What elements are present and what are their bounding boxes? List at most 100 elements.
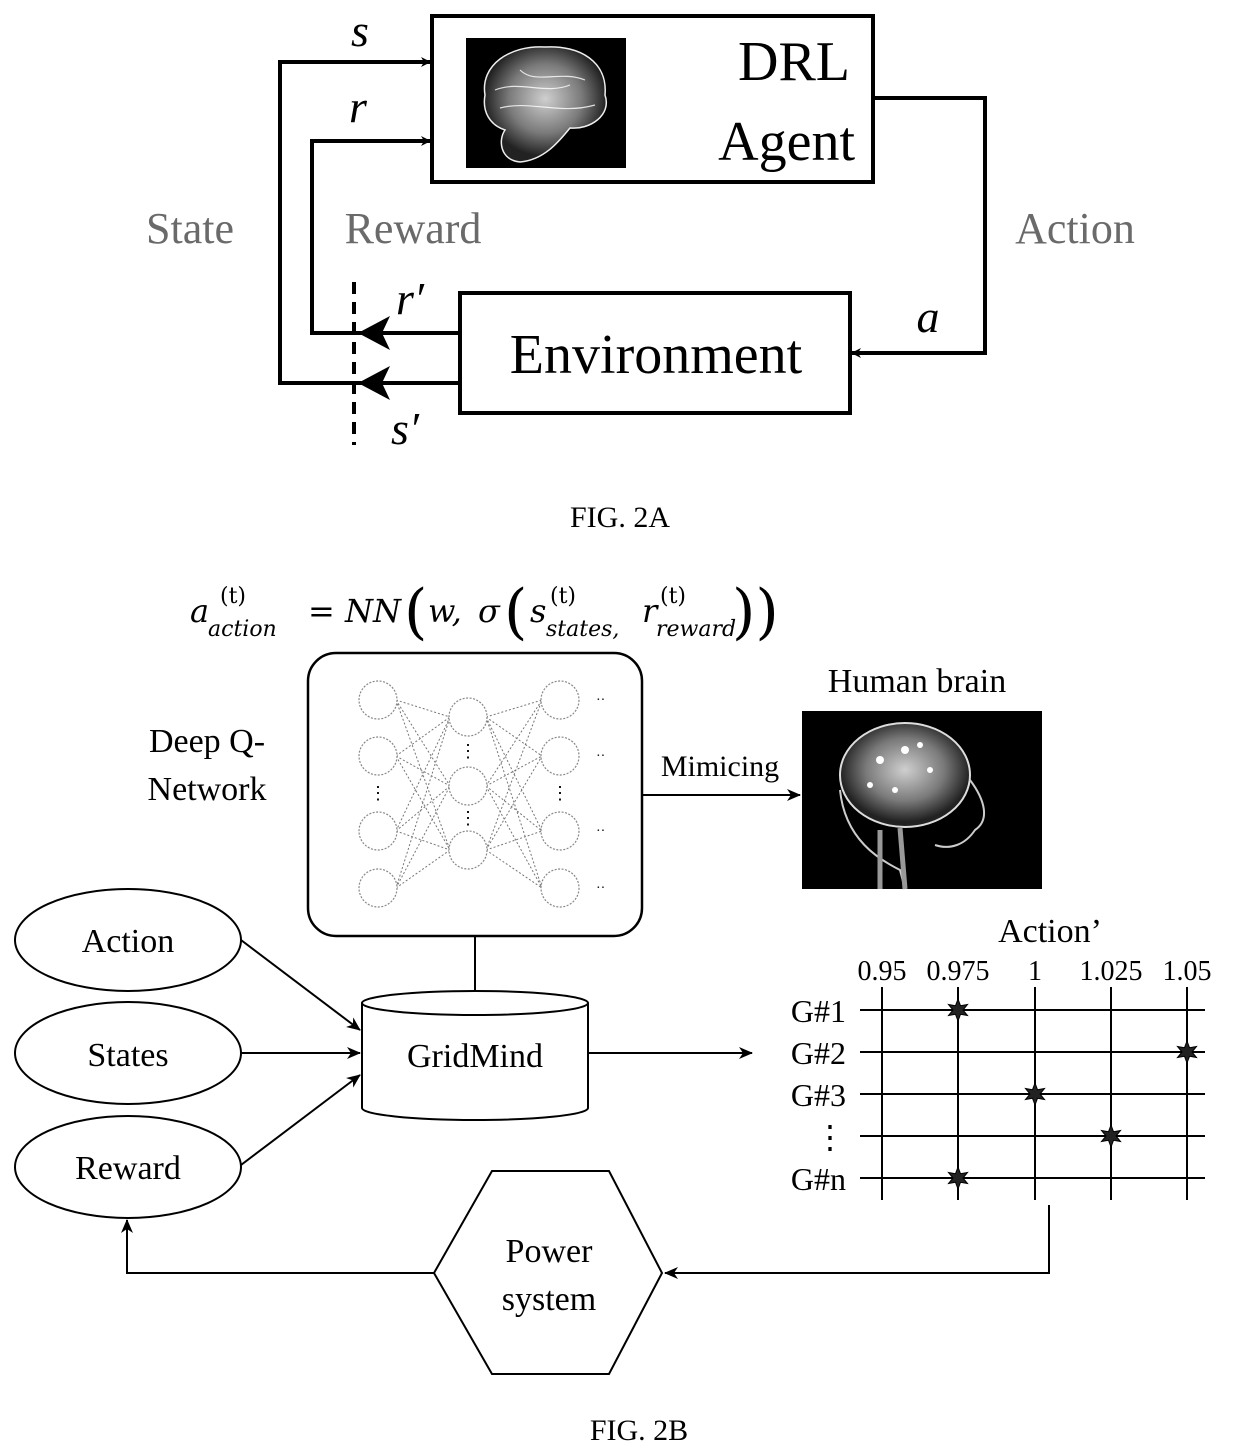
- nn-node: [358, 680, 398, 720]
- reward-flow-label: Reward: [345, 204, 482, 253]
- grid-column-label: 0.975: [927, 956, 990, 987]
- figure-canvas: DRL Agent Environment State Reward Actio…: [14, 5, 1212, 1447]
- formula-s: s: [530, 592, 546, 630]
- nn-node: [448, 830, 488, 870]
- power-system-node: Power system: [432, 1170, 664, 1375]
- grid-column-label: 1.025: [1080, 956, 1143, 987]
- nn-edge: [395, 849, 451, 889]
- grid-row-label: G#1: [791, 993, 846, 1029]
- formula-paren-open-2: (: [504, 577, 527, 647]
- nn-edge: [485, 699, 543, 851]
- s-symbol: s: [351, 5, 369, 56]
- input-reward-label: Reward: [75, 1150, 181, 1187]
- nn-edge: [395, 785, 451, 832]
- nn-edge: [485, 716, 543, 757]
- grid-row-label: G#2: [791, 1035, 846, 1071]
- grid-to-power-system-arrow: [664, 1205, 1050, 1279]
- formula-s-sub: states,: [546, 617, 619, 642]
- nn-output-ellipsis: ··: [596, 824, 605, 839]
- nn-output-ellipsis: ··: [596, 881, 605, 896]
- grid-row-label: G#n: [791, 1161, 846, 1197]
- formula-s-sup: (t): [550, 584, 576, 609]
- power-system-label-line1: Power: [506, 1233, 594, 1270]
- nn-node: [358, 736, 398, 776]
- formula-a-sub: action: [208, 617, 277, 642]
- nn-edge: [485, 785, 543, 832]
- action-flow-label: Action: [1015, 204, 1135, 253]
- nn-edge: [395, 830, 451, 851]
- nn-edge: [395, 699, 451, 718]
- agent-title-line2: Agent: [718, 111, 855, 173]
- formula-paren-close: )): [732, 577, 779, 647]
- fig-2a-caption: FIG. 2A: [570, 501, 670, 534]
- a-symbol: a: [917, 291, 940, 342]
- action-grid: Action’ 0.95 0.975 1 1.025 1.05 G#1 G#2 G#3 ⋮ G#n: [791, 913, 1212, 1200]
- fig-2b: a (t) action = NN ( w, σ ( s (t) states,…: [14, 577, 1212, 1447]
- agent-title-line1: DRL: [738, 31, 850, 93]
- nn-edge: [485, 755, 543, 851]
- formula-r-sub: reward: [656, 617, 736, 642]
- brain-image: [466, 38, 626, 168]
- formula-eq-nn: = NN: [308, 592, 402, 630]
- grid-column-label: 0.95: [858, 956, 907, 987]
- nn-edge: [485, 716, 543, 889]
- power-system-label-line2: system: [502, 1281, 596, 1318]
- s-prime-symbol: s′: [391, 403, 420, 454]
- state-flow-label: State: [146, 204, 234, 253]
- gridmind-database: GridMind: [361, 990, 589, 1121]
- nn-node: [540, 680, 580, 720]
- human-brain-image: [802, 711, 1042, 890]
- gridmind-label: GridMind: [407, 1038, 543, 1075]
- nn-edge: [485, 830, 543, 851]
- nn-edge: [485, 699, 543, 718]
- grid-row-label: G#3: [791, 1077, 846, 1113]
- r-symbol: r: [349, 81, 368, 132]
- fig-2a: DRL Agent Environment State Reward Actio…: [146, 5, 1135, 534]
- nn-node: [448, 697, 488, 737]
- formula-sigma: σ: [478, 592, 501, 630]
- environment-box: Environment: [458, 291, 852, 415]
- nn-node: [540, 868, 580, 908]
- power-system-to-reward-arrow: [121, 1219, 434, 1274]
- human-brain-label: Human brain: [828, 663, 1006, 700]
- input-action-label: Action: [82, 923, 175, 960]
- formula-a: a: [190, 592, 209, 630]
- nn-ellipsis: ⋮: [551, 783, 569, 803]
- nn-node: [540, 736, 580, 776]
- nn-output-ellipsis: ··: [596, 693, 605, 708]
- environment-label: Environment: [510, 324, 803, 386]
- dqn-formula: a (t) action = NN ( w, σ ( s (t) states,…: [190, 577, 779, 647]
- formula-r-sup: (t): [660, 584, 686, 609]
- action-to-gridmind-arrow: [240, 939, 361, 1031]
- grid-column-label: 1: [1028, 956, 1042, 987]
- dqn-label-line2: Network: [148, 771, 267, 808]
- input-states-label: States: [87, 1037, 168, 1074]
- grid-row-label: ⋮: [814, 1119, 846, 1155]
- input-states: States: [14, 1001, 242, 1105]
- r-prime-symbol: r′: [396, 273, 425, 324]
- fig-2b-caption: FIG. 2B: [590, 1414, 688, 1447]
- mimicing-label: Mimicing: [661, 750, 779, 783]
- nn-node: [358, 811, 398, 851]
- dqn-label-line1: Deep Q-: [149, 723, 265, 760]
- input-action: Action: [14, 888, 242, 992]
- nn-edge: [395, 785, 451, 889]
- nn-ellipsis: ⋮: [459, 808, 477, 828]
- formula-a-sup: (t): [220, 584, 246, 609]
- nn-node: [448, 766, 488, 806]
- nn-node: [540, 811, 580, 851]
- formula-w: w,: [428, 592, 462, 630]
- action-grid-title: Action’: [998, 913, 1102, 950]
- drl-agent-box: DRL Agent: [430, 14, 875, 184]
- input-reward: Reward: [14, 1115, 242, 1219]
- grid-column-label: 1.05: [1163, 956, 1212, 987]
- formula-paren-open-1: (: [404, 577, 427, 647]
- reward-to-gridmind-arrow: [240, 1074, 361, 1166]
- nn-edge: [485, 699, 543, 787]
- nn-node: [358, 868, 398, 908]
- nn-edge: [485, 849, 543, 889]
- neural-network-graph: ⋮ ⋮ ⋮ ⋮ ·· ·· ·· ··: [358, 680, 605, 908]
- nn-ellipsis: ⋮: [369, 783, 387, 803]
- nn-output-ellipsis: ··: [596, 749, 605, 764]
- nn-edge: [395, 716, 451, 889]
